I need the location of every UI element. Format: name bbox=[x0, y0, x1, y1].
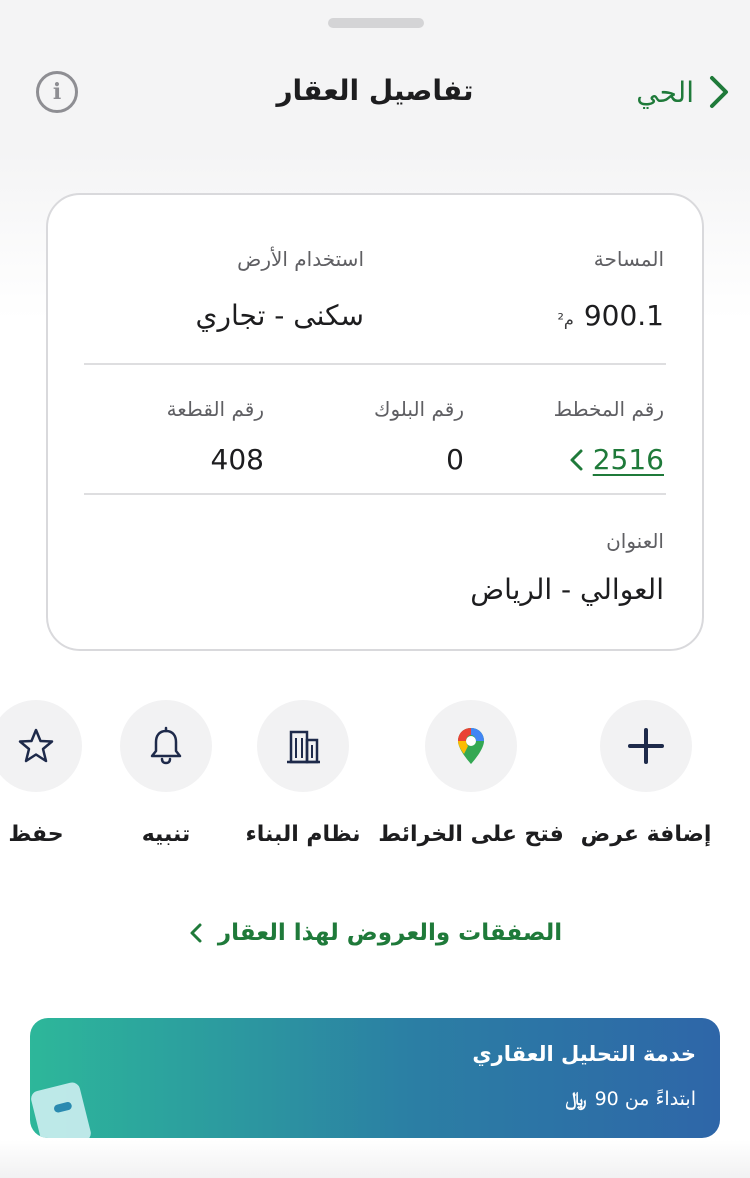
plan-number-value: 2516 bbox=[592, 443, 664, 476]
plus-icon bbox=[628, 728, 664, 764]
alert-circle bbox=[120, 700, 212, 792]
action-bar: إضافة عرض فتح على الخرائط نظام البناء تن… bbox=[0, 700, 750, 870]
open-maps-label: فتح على الخرائط bbox=[378, 822, 564, 847]
bell-icon bbox=[150, 726, 182, 765]
back-label: الحي bbox=[636, 75, 694, 109]
add-offer-button[interactable]: إضافة عرض bbox=[581, 700, 711, 847]
add-offer-circle bbox=[600, 700, 692, 792]
banner-subtitle: ابتداءً من 90 bbox=[594, 1088, 696, 1110]
building-code-button[interactable]: نظام البناء bbox=[246, 700, 361, 847]
chevron-left-icon bbox=[190, 923, 202, 943]
building-icon bbox=[287, 730, 320, 764]
area-label: المساحة bbox=[593, 247, 664, 271]
plot-number-label: رقم القطعة bbox=[166, 397, 264, 421]
land-use-value: سكنى - تجاري bbox=[195, 299, 364, 332]
save-circle bbox=[0, 700, 82, 792]
open-maps-circle bbox=[425, 700, 517, 792]
save-label: حفظ bbox=[8, 822, 64, 847]
banner-title: خدمة التحليل العقاري bbox=[472, 1042, 696, 1066]
chevron-left-icon bbox=[570, 449, 583, 470]
document-card-icon bbox=[31, 1082, 91, 1138]
deals-offers-label: الصفقات والعروض لهذا العقار bbox=[217, 920, 563, 946]
area-unit: م² bbox=[557, 310, 574, 329]
divider bbox=[84, 363, 666, 365]
address-value: العوالي - الرياض bbox=[470, 573, 664, 606]
plan-number-link[interactable]: 2516 bbox=[567, 443, 664, 476]
property-details-sheet: i تفاصيل العقار الحي المساحة م² 900.1 اس… bbox=[0, 0, 750, 1178]
bottom-shade bbox=[0, 1140, 750, 1178]
alert-button[interactable]: تنبيه bbox=[120, 700, 212, 847]
building-code-circle bbox=[257, 700, 349, 792]
alert-label: تنبيه bbox=[141, 822, 191, 847]
building-code-label: نظام البناء bbox=[245, 822, 361, 847]
area-value-group: م² 900.1 bbox=[558, 299, 665, 332]
deals-offers-link[interactable]: الصفقات والعروض لهذا العقار bbox=[0, 920, 750, 946]
map-pin-icon bbox=[458, 728, 484, 764]
property-info-card: المساحة م² 900.1 استخدام الأرض سكنى - تج… bbox=[46, 193, 704, 651]
plan-number-label: رقم المخطط bbox=[553, 397, 664, 421]
open-maps-button[interactable]: فتح على الخرائط bbox=[378, 700, 564, 847]
divider bbox=[84, 493, 666, 495]
add-offer-label: إضافة عرض bbox=[580, 822, 712, 847]
address-label: العنوان bbox=[606, 529, 664, 553]
save-button[interactable]: حفظ bbox=[0, 700, 82, 847]
plot-number-value: 408 bbox=[210, 443, 264, 476]
land-use-label: استخدام الأرض bbox=[237, 247, 364, 271]
header: i تفاصيل العقار الحي bbox=[0, 56, 750, 128]
riyal-icon: ﷼ bbox=[565, 1088, 587, 1110]
block-number-value: 0 bbox=[446, 443, 464, 476]
sheet-grabber[interactable] bbox=[328, 18, 424, 28]
chevron-right-icon bbox=[710, 76, 728, 108]
area-value: 900.1 bbox=[583, 299, 664, 332]
star-icon bbox=[18, 728, 54, 763]
block-number-label: رقم البلوك bbox=[373, 397, 464, 421]
back-button[interactable]: الحي bbox=[636, 72, 734, 112]
analysis-service-banner[interactable]: خدمة التحليل العقاري ابتداءً من 90 ﷼ bbox=[30, 1018, 720, 1138]
banner-subtitle-group: ابتداءً من 90 ﷼ bbox=[566, 1088, 696, 1110]
